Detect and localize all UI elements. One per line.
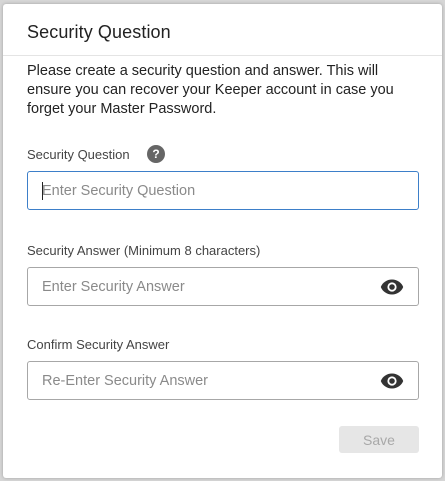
security-question-field[interactable] — [27, 171, 419, 210]
security-question-input[interactable] — [28, 172, 418, 209]
confirm-answer-field[interactable] — [27, 361, 419, 400]
title-divider — [3, 55, 442, 56]
dialog-intro-text: Please create a security question and an… — [27, 63, 394, 117]
security-answer-label: Security Answer (Minimum 8 characters) — [27, 243, 261, 258]
confirm-answer-input[interactable] — [28, 362, 418, 399]
security-answer-field[interactable] — [27, 267, 419, 306]
security-question-label: Security Question — [27, 147, 130, 162]
save-button[interactable]: Save — [339, 426, 419, 453]
eye-icon[interactable] — [380, 278, 404, 296]
dialog-title: Security Question — [27, 22, 171, 42]
security-question-dialog: Security Question Please create a securi… — [3, 4, 442, 478]
eye-icon[interactable] — [380, 372, 404, 390]
security-answer-input[interactable] — [28, 268, 418, 305]
help-icon[interactable]: ? — [147, 145, 165, 163]
text-caret — [42, 182, 43, 200]
confirm-answer-label: Confirm Security Answer — [27, 337, 170, 352]
